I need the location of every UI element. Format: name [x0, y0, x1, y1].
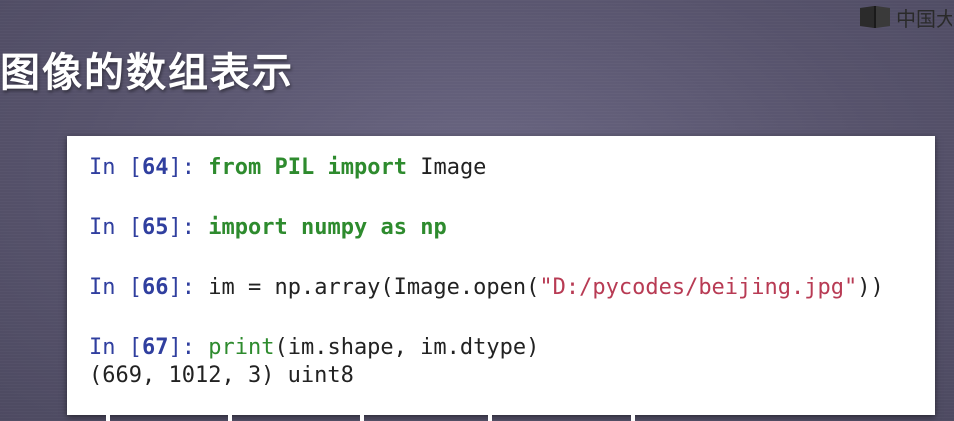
subtitle-fragment [488, 406, 492, 421]
identifier: np [420, 215, 447, 240]
code-cell-67: In [67]: print(im.shape, im.dtype) [89, 334, 539, 362]
subtitle-fragment [631, 406, 635, 421]
subtitle-fragment [106, 406, 110, 421]
identifier: Image [420, 155, 487, 180]
keyword: import [327, 155, 407, 180]
subtitle-fragment [228, 406, 232, 421]
cell-output: (669, 1012, 3) uint8 [89, 363, 354, 388]
module-name: PIL [274, 155, 315, 180]
subtitle-fragment [360, 406, 364, 421]
code-cell-64: In [64]: from PIL import Image [89, 154, 486, 182]
subtitle-fragments [0, 406, 954, 421]
code-cell-66: In [66]: im = np.array(Image.open("D:/py… [89, 274, 884, 302]
input-prompt: In [66]: [89, 275, 209, 300]
code-text: im = np.array(Image.open( [208, 275, 540, 300]
module-name: numpy [300, 215, 368, 240]
code-text: )) [857, 275, 884, 300]
keyword: import [208, 215, 288, 240]
input-prompt: In [67]: [89, 335, 209, 360]
book-logo-icon [860, 6, 890, 28]
input-prompt: In [65]: [89, 215, 209, 240]
code-panel: In [64]: from PIL import Image In [65]: … [67, 136, 935, 415]
keyword: from [208, 155, 262, 180]
keyword: as [380, 215, 407, 240]
slide-title: 图像的数组表示 [0, 50, 294, 96]
code-cell-65: In [65]: import numpy as np [89, 214, 447, 242]
builtin-function: print [208, 335, 275, 360]
input-prompt: In [64]: [89, 155, 209, 180]
string-literal: "D:/pycodes/beijing.jpg" [539, 275, 858, 300]
logo-text: 中国大 [896, 6, 952, 31]
code-text: (im.shape, im.dtype) [274, 335, 540, 360]
course-logo: 中国大 [858, 2, 954, 32]
